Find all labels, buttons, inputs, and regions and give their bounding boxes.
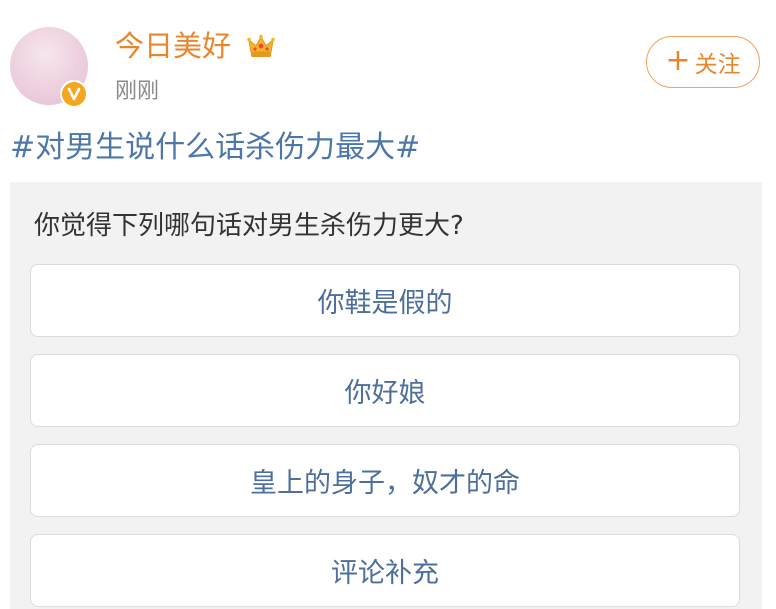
poll-question: 你觉得下列哪句话对男生杀伤力更大? [34,211,464,241]
username[interactable]: 今日美好 [115,28,231,64]
poll-card: 你觉得下列哪句话对男生杀伤力更大? 你鞋是假的 你好娘 皇上的身子，奴才的命 评… [10,182,762,609]
verified-v-icon [60,80,88,108]
hashtag-link[interactable]: #对男生说什么话杀伤力最大# [10,128,420,168]
poll-option[interactable]: 你鞋是假的 [30,264,740,337]
weibo-post: 今日美好 刚刚 + 关注 #对男生说什么话杀伤力最大# 你觉得下列哪句话对男生杀… [0,0,776,609]
poll-option[interactable]: 皇上的身子，奴才的命 [30,444,740,517]
poll-option-comment[interactable]: 评论补充 [30,534,740,607]
poll-option[interactable]: 你好娘 [30,354,740,427]
post-time: 刚刚 [115,79,160,104]
plus-icon: + [665,43,691,78]
follow-label: 关注 [694,52,741,78]
crown-icon [246,33,276,61]
follow-button[interactable]: + 关注 [646,36,760,88]
